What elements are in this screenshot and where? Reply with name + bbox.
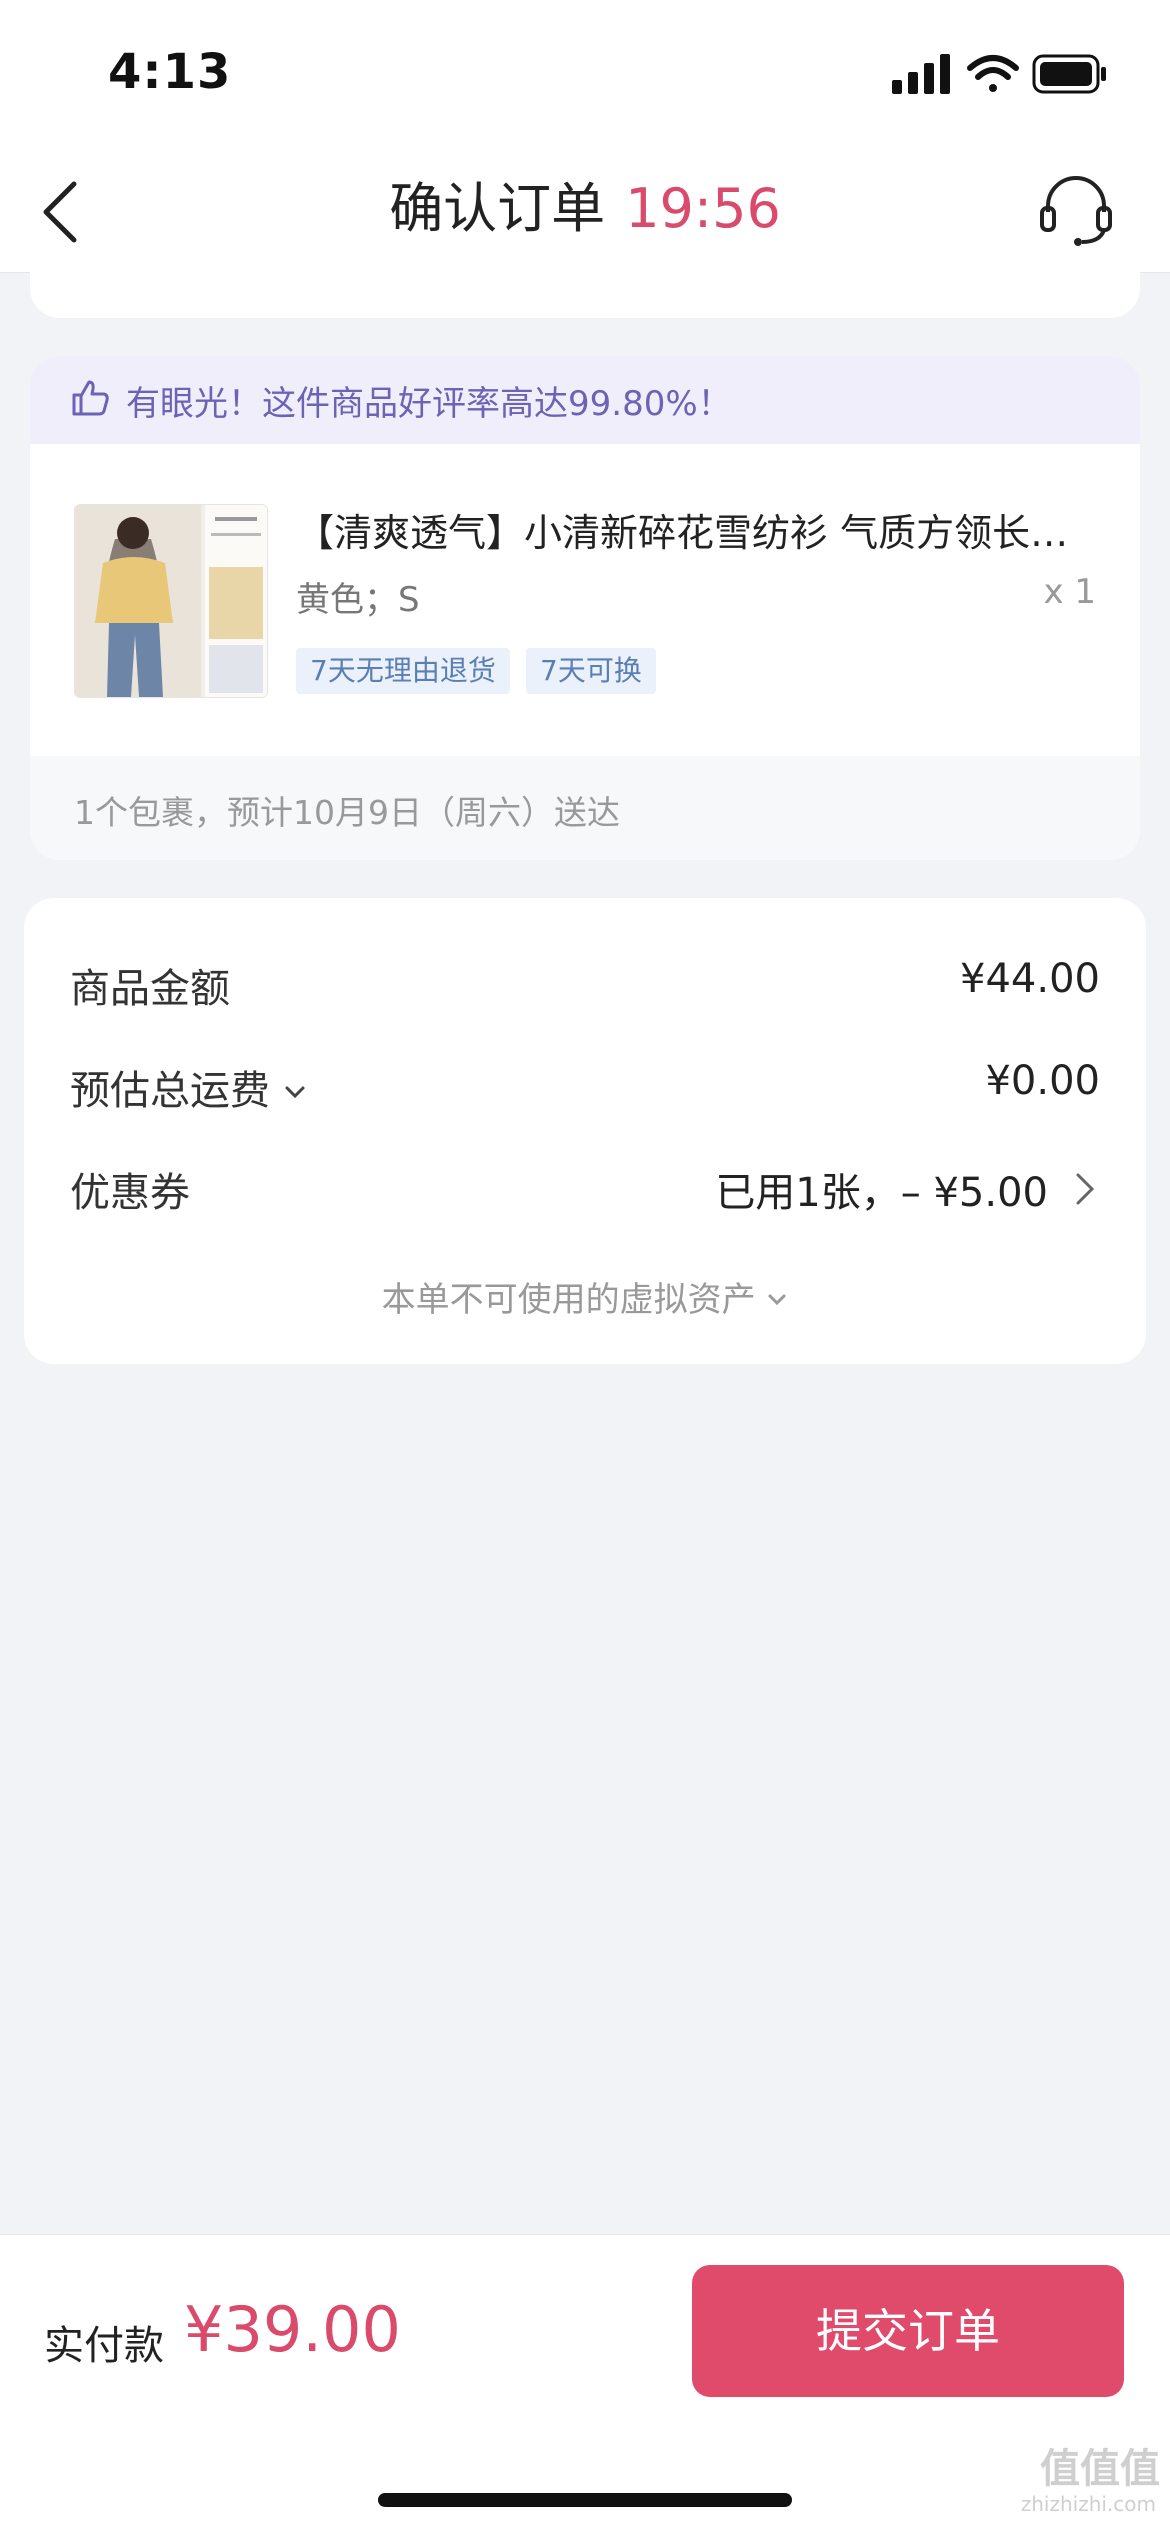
battery-icon bbox=[1032, 54, 1106, 94]
price-summary-card: 商品金额 ¥44.00 预估总运费 ¥0.00 优惠券 已用1张，– ¥5.00… bbox=[24, 898, 1146, 1364]
customer-service-button[interactable] bbox=[1038, 172, 1114, 248]
address-card-bottom bbox=[30, 272, 1140, 318]
page-title-text: 确认订单 bbox=[389, 177, 606, 240]
status-icons bbox=[892, 52, 1110, 100]
coupon-selector[interactable]: 已用1张，– ¥5.00 bbox=[715, 1160, 1100, 1218]
product-image[interactable] bbox=[74, 504, 268, 698]
actual-payment-label: 实付款 bbox=[44, 2323, 164, 2369]
coupon-value: 已用1张，– ¥5.00 bbox=[715, 1170, 1048, 1216]
watermark-logo: 值值值 bbox=[1040, 2446, 1160, 2492]
shipping-fee-value: ¥0.00 bbox=[985, 1058, 1100, 1104]
rating-banner-text: 有眼光！这件商品好评率高达99.80%！ bbox=[126, 384, 732, 424]
product-title[interactable]: 【清爽透气】小清新碎花雪纺衫 气质方领长袖上衣 bbox=[296, 502, 1086, 557]
navigation-bar: 确认订单 19:56 bbox=[0, 150, 1170, 273]
thumbs-up-icon bbox=[72, 380, 109, 416]
chevron-right-icon bbox=[1076, 1173, 1095, 1205]
wifi-icon bbox=[967, 55, 1019, 92]
product-spec: 黄色；S bbox=[296, 580, 420, 620]
delivery-estimate-text: 1个包裹，预计10月9日（周六）送达 bbox=[74, 793, 620, 832]
cellular-signal-icon bbox=[892, 54, 950, 94]
product-quantity: x 1 bbox=[1043, 572, 1096, 612]
chevron-down-icon bbox=[768, 1294, 786, 1306]
chevron-down-icon bbox=[285, 1086, 305, 1099]
goods-amount-label: 商品金额 bbox=[70, 966, 230, 1012]
shipping-fee-toggle[interactable]: 预估总运费 bbox=[70, 1058, 307, 1116]
virtual-assets-text: 本单不可使用的虚拟资产 bbox=[381, 1280, 756, 1320]
watermark-url: zhizhizhi.com bbox=[1020, 2492, 1156, 2516]
coupon-label: 优惠券 bbox=[70, 1170, 190, 1216]
countdown-timer: 19:56 bbox=[625, 177, 781, 240]
page-title: 确认订单 19:56 bbox=[0, 174, 1170, 244]
shipping-fee-label: 预估总运费 bbox=[70, 1068, 270, 1114]
actual-payment-amount: ¥39.00 bbox=[184, 2293, 401, 2366]
checkout-bar: 实付款 ¥39.00 提交订单 bbox=[0, 2234, 1170, 2533]
service-tag-exchange: 7天可换 bbox=[526, 648, 656, 694]
delivery-estimate: 1个包裹，预计10月9日（周六）送达 bbox=[30, 756, 1140, 860]
submit-order-button[interactable]: 提交订单 bbox=[692, 2265, 1124, 2397]
virtual-assets-toggle[interactable]: 本单不可使用的虚拟资产 bbox=[24, 1272, 1146, 1321]
status-time: 4:13 bbox=[108, 44, 232, 100]
rating-banner: 有眼光！这件商品好评率高达99.80%！ bbox=[30, 356, 1140, 444]
service-tag-return: 7天无理由退货 bbox=[296, 648, 510, 694]
goods-amount-value: ¥44.00 bbox=[960, 956, 1100, 1002]
home-indicator[interactable] bbox=[378, 2493, 792, 2507]
status-bar: 4:13 bbox=[0, 0, 1170, 150]
headset-icon bbox=[1040, 176, 1112, 246]
product-card: 有眼光！这件商品好评率高达99.80%！ 【清爽透气】小清新碎花雪纺衫 气质方领… bbox=[30, 356, 1140, 860]
